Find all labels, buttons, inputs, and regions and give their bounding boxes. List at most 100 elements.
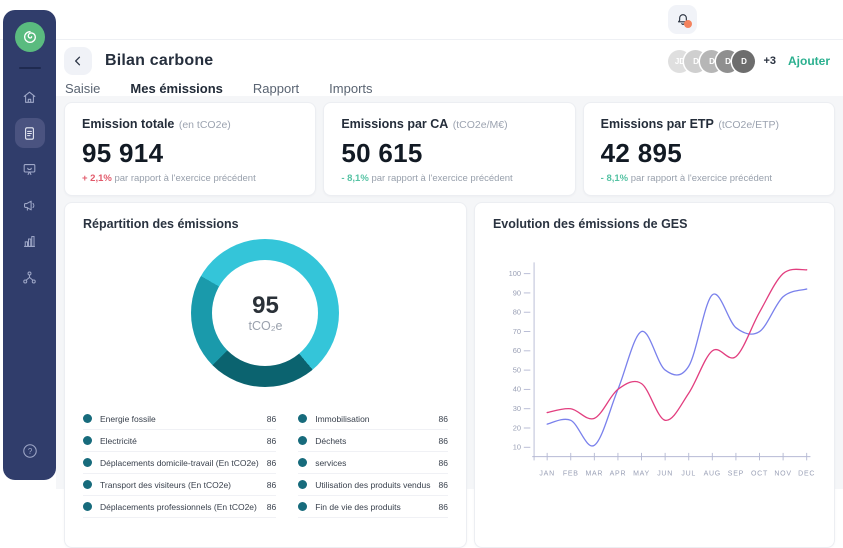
legend-bullet-icon xyxy=(83,414,92,423)
question-circle-icon: ? xyxy=(21,442,39,460)
spiral-logo-icon xyxy=(20,27,40,47)
sidebar-item-announcements[interactable] xyxy=(15,190,45,220)
avatar[interactable]: D xyxy=(732,50,755,73)
svg-text:90: 90 xyxy=(513,288,521,297)
kpi-unit: (tCO2e/ETP) xyxy=(718,119,779,131)
svg-text:50: 50 xyxy=(513,365,521,374)
line-chart-title: Evolution des émissions de GES xyxy=(493,217,816,231)
legend-label: Transport des visiteurs (En tCO2e) xyxy=(100,480,259,490)
svg-text:JUL: JUL xyxy=(681,470,696,477)
svg-text:30: 30 xyxy=(513,404,521,413)
sidebar-item-presentation[interactable] xyxy=(15,154,45,184)
svg-text:DEC: DEC xyxy=(798,470,815,477)
donut-center-value: 95 xyxy=(252,293,279,318)
kpi-card-emissions-par-etp: Emissions par ETP (tCO2e/ETP) 42 895 - 8… xyxy=(583,102,835,196)
legend-value: 86 xyxy=(439,502,448,512)
kpi-unit: (tCO2e/M€) xyxy=(453,119,508,131)
notifications-button[interactable] xyxy=(668,5,697,34)
sidebar-item-organization[interactable] xyxy=(15,262,45,292)
legend-label: Immobilisation xyxy=(315,414,430,424)
legend-bullet-icon xyxy=(298,480,307,489)
svg-text:10: 10 xyxy=(513,443,521,452)
kpi-row: Emission totale (en tCO2e) 95 914 + 2,1%… xyxy=(64,102,835,196)
svg-text:40: 40 xyxy=(513,385,521,394)
kpi-title: Emission totale xyxy=(82,117,174,131)
svg-text:JUN: JUN xyxy=(657,470,673,477)
notification-badge-dot xyxy=(684,20,692,28)
svg-text:20: 20 xyxy=(513,423,521,432)
org-chart-icon xyxy=(21,269,38,286)
legend-value: 86 xyxy=(267,502,276,512)
add-member-link[interactable]: Ajouter xyxy=(788,54,830,68)
legend-value: 86 xyxy=(267,458,276,468)
kpi-trend-text: par rapport à l'exercice précédent xyxy=(114,173,255,184)
kpi-value: 50 615 xyxy=(341,138,557,169)
sidebar-item-statistics[interactable] xyxy=(15,226,45,256)
avatar-overflow-count: +3 xyxy=(763,55,776,67)
legend-item: Transport des visiteurs (En tCO2e) 86 xyxy=(83,474,276,496)
legend-item: Déchets 86 xyxy=(298,430,448,452)
svg-text:60: 60 xyxy=(513,346,521,355)
avatar-stack: JDDDDD xyxy=(668,50,755,73)
sidebar: ? xyxy=(3,10,56,480)
donut-chart-card: Répartition des émissions 95 tCO₂e Energ… xyxy=(64,202,467,548)
donut-center: 95 tCO₂e xyxy=(212,260,318,366)
legend-value: 86 xyxy=(439,414,448,424)
kpi-trend-text: par rapport à l'exercice précédent xyxy=(631,173,772,184)
legend-label: Fin de vie des produits xyxy=(315,502,430,512)
kpi-trend-percent: + 2,1% xyxy=(82,173,112,184)
legend-bullet-icon xyxy=(83,458,92,467)
legend-label: Déplacements professionnels (En tCO2e) xyxy=(100,502,259,512)
donut-chart-title: Répartition des émissions xyxy=(83,217,448,231)
page-header: Bilan carbone JDDDDD +3 Ajouter SaisieMe… xyxy=(56,40,843,96)
kpi-trend-text: par rapport à l'exercice précédent xyxy=(371,173,512,184)
legend-value: 86 xyxy=(439,436,448,446)
sidebar-help-button[interactable]: ? xyxy=(15,436,45,466)
legend-item: services86 xyxy=(298,452,448,474)
bar-chart-icon xyxy=(21,233,38,250)
kpi-trend-percent: - 8,1% xyxy=(601,173,628,184)
legend-label: Déplacements domicile-travail (En tCO2e) xyxy=(100,458,259,468)
legend-item: Déplacements professionnels (En tCO2e) 86 xyxy=(83,496,276,518)
document-icon xyxy=(21,125,38,142)
legend-value: 86 xyxy=(439,480,448,490)
legend-item: Immobilisation 86 xyxy=(298,408,448,430)
kpi-unit: (en tCO2e) xyxy=(179,119,231,131)
svg-text:OCT: OCT xyxy=(751,470,768,477)
legend-item: Fin de vie des produits 86 xyxy=(298,496,448,518)
svg-text:AUG: AUG xyxy=(704,470,721,477)
kpi-title: Emissions par CA xyxy=(341,117,448,131)
line-chart: 102030405060708090100JANFEBMARAPRMAYJUNJ… xyxy=(493,241,816,498)
team-avatars: JDDDDD +3 Ajouter xyxy=(668,50,830,73)
app-logo[interactable] xyxy=(15,22,45,52)
legend-value: 86 xyxy=(267,480,276,490)
line-chart-card: Evolution des émissions de GES 10 20 30 40 5… xyxy=(474,202,835,548)
sidebar-item-documents[interactable] xyxy=(15,118,45,148)
svg-text:NOV: NOV xyxy=(774,470,791,477)
svg-text:80: 80 xyxy=(513,308,521,317)
legend-value: 86 xyxy=(267,414,276,424)
legend-label: Energie fossile xyxy=(100,414,259,424)
svg-text:APR: APR xyxy=(610,470,627,477)
sidebar-item-home[interactable] xyxy=(15,82,45,112)
svg-text:FEB: FEB xyxy=(563,470,579,477)
legend-bullet-icon xyxy=(83,480,92,489)
kpi-value: 42 895 xyxy=(601,138,817,169)
legend-item: Déplacements domicile-travail (En tCO2e)… xyxy=(83,452,276,474)
legend-value: 86 xyxy=(439,458,448,468)
legend-label: Déchets xyxy=(315,436,430,446)
legend-bullet-icon xyxy=(298,502,307,511)
svg-text:JAN: JAN xyxy=(539,470,554,477)
donut-center-unit: tCO₂e xyxy=(248,319,282,333)
legend-bullet-icon xyxy=(83,436,92,445)
back-button[interactable] xyxy=(64,47,92,75)
line-chart-svg: 102030405060708090100JANFEBMARAPRMAYJUNJ… xyxy=(493,241,816,493)
svg-text:MAY: MAY xyxy=(633,470,650,477)
line-series-s-rie-2 xyxy=(547,269,807,420)
svg-text:SEP: SEP xyxy=(728,470,744,477)
line-series-s-rie-1 xyxy=(547,289,807,446)
svg-text:MAR: MAR xyxy=(585,470,603,477)
main-content: Emission totale (en tCO2e) 95 914 + 2,1%… xyxy=(56,96,843,489)
charts-row: Répartition des émissions 95 tCO₂e Energ… xyxy=(64,202,835,548)
chevron-left-icon xyxy=(71,54,85,68)
